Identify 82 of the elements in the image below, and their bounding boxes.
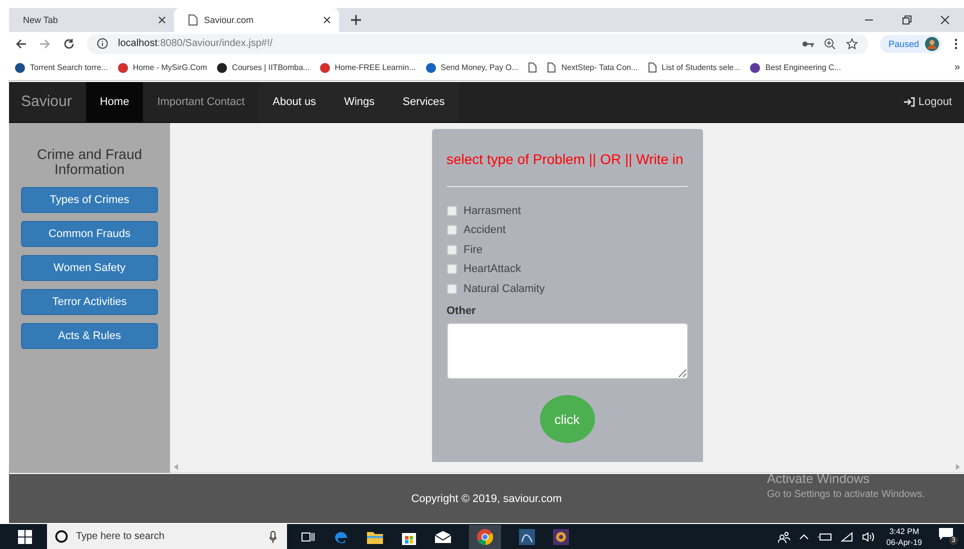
sidebar-button[interactable]: Terror Activities — [21, 288, 158, 315]
option-label: HeartAttack — [464, 263, 521, 276]
checkbox[interactable] — [446, 264, 456, 274]
sidebar-button[interactable]: Common Frauds — [21, 220, 158, 247]
sidebar-button[interactable]: Acts & Rules — [21, 322, 158, 349]
checkbox[interactable] — [446, 225, 456, 236]
taskbar-search-field[interactable]: Type here to search — [47, 524, 287, 549]
avatar-icon — [925, 36, 939, 51]
sidebar-button[interactable]: Women Safety — [21, 254, 158, 281]
copyright-text: Copyright © 2019, saviour.com — [411, 492, 562, 505]
page-icon — [547, 62, 556, 74]
microphone-icon[interactable] — [269, 530, 277, 543]
form-heading: select type of Problem || OR || Write in — [446, 150, 684, 169]
nav-link[interactable]: Home — [86, 82, 144, 122]
option-label: Fire — [464, 244, 482, 256]
bookmark[interactable]: Send Money, Pay O... — [426, 62, 518, 73]
app-icon[interactable] — [519, 528, 535, 545]
reload-icon[interactable] — [63, 38, 75, 50]
clock[interactable]: 3:42 PM 06-Apr-19 — [886, 526, 922, 548]
menu-icon[interactable] — [954, 38, 958, 50]
new-tab-icon[interactable] — [351, 15, 361, 25]
chevron-up-icon[interactable] — [799, 534, 810, 540]
back-icon[interactable] — [15, 38, 27, 50]
close-icon[interactable] — [940, 15, 950, 25]
activation-message: Go to Settings to activate Windows. — [767, 489, 925, 500]
sidebar-button[interactable]: Types of Crimes — [21, 186, 158, 213]
star-icon[interactable] — [846, 38, 858, 50]
page-icon — [528, 62, 538, 74]
nav-link[interactable]: About us — [258, 82, 330, 122]
page-icon — [188, 14, 198, 26]
sidebar-title: Crime and Fraud Information — [36, 146, 144, 177]
chrome-icon[interactable] — [469, 524, 501, 549]
page-icon — [648, 62, 657, 74]
option-label: Harrasment — [464, 204, 521, 217]
start-icon[interactable] — [18, 530, 32, 544]
app-icon[interactable] — [553, 528, 569, 545]
browser-tab[interactable]: New Tab — [9, 8, 174, 32]
nav-link[interactable]: Services — [388, 82, 459, 122]
nav-link[interactable]: Wings — [330, 82, 389, 122]
mail-icon[interactable] — [435, 530, 451, 543]
bookmark[interactable]: NextStep- Tata Con... — [547, 62, 638, 74]
logout-icon — [904, 96, 916, 107]
profile-button[interactable]: Paused — [880, 34, 942, 53]
key-icon[interactable] — [802, 40, 814, 48]
bookmark[interactable] — [528, 62, 538, 74]
activation-title: Activate Windows — [767, 471, 871, 486]
option-label: Natural Calamity — [464, 282, 545, 295]
close-icon[interactable] — [323, 16, 331, 24]
more-bookmarks[interactable]: » — [954, 62, 960, 74]
info-icon — [97, 38, 108, 50]
bookmark[interactable]: Torrent Search torre... — [15, 62, 108, 73]
speaker-icon[interactable] — [862, 532, 876, 542]
site-icon — [217, 62, 228, 73]
restore-icon[interactable] — [902, 15, 912, 25]
other-label: Other — [446, 305, 477, 318]
logout-link[interactable]: Logout — [904, 82, 964, 122]
other-field[interactable] — [446, 323, 688, 380]
close-icon[interactable] — [158, 16, 166, 24]
bookmark[interactable]: List of Students sele... — [648, 62, 740, 74]
site-icon — [118, 62, 128, 73]
checkbox[interactable] — [446, 244, 456, 255]
site-icon — [320, 62, 330, 73]
site-icon — [15, 62, 25, 73]
task-view-icon[interactable] — [301, 530, 315, 543]
bookmark[interactable]: Best Engineering C... — [750, 62, 841, 73]
bookmark[interactable]: Home-FREE Learnin... — [320, 62, 416, 73]
bookmark[interactable]: Home - MySirG.Com — [118, 62, 208, 73]
site-icon — [426, 62, 436, 73]
checkbox[interactable] — [446, 284, 456, 294]
address-field[interactable]: localhost:8080/Saviour/index.jsp#!/ — [87, 34, 868, 54]
zoom-icon[interactable] — [824, 38, 836, 50]
folder-icon[interactable] — [367, 530, 383, 544]
checkbox[interactable] — [446, 206, 456, 216]
browser-tab[interactable]: Saviour.com — [174, 8, 339, 32]
battery-icon[interactable] — [818, 532, 832, 541]
wifi-icon[interactable] — [841, 532, 854, 542]
option-label: Accident — [464, 224, 506, 236]
people-icon[interactable] — [778, 530, 790, 543]
brand-name[interactable]: Saviour — [9, 82, 86, 122]
site-icon — [750, 62, 760, 73]
bookmark[interactable]: Courses | IITBomba... — [217, 62, 310, 73]
cortana-icon — [55, 530, 68, 544]
